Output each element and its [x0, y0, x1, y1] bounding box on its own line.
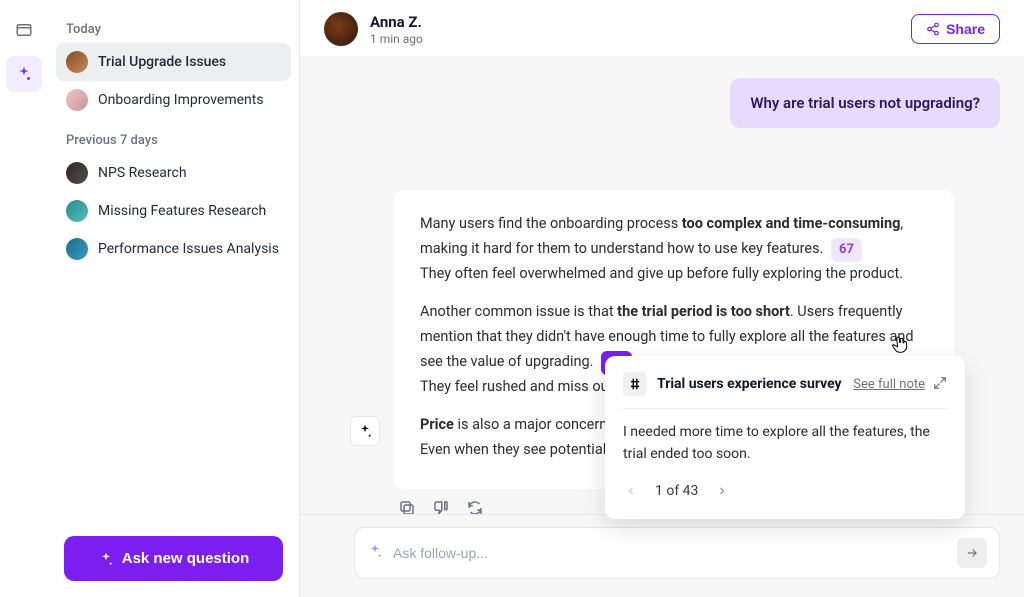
sidebar-item-performance[interactable]: Performance Issues Analysis [56, 230, 291, 268]
sidebar-item-trial-upgrade[interactable]: Trial Upgrade Issues [56, 43, 291, 81]
sparkle-icon[interactable] [6, 56, 42, 92]
popover-pager: 1 of 43 [623, 480, 947, 503]
sparkle-icon [367, 543, 383, 563]
sparkle-icon [357, 423, 373, 439]
ask-new-label: Ask new question [122, 550, 250, 567]
sidebar-item-label: Onboarding Improvements [98, 92, 264, 108]
answer-paragraph-1: Many users find the onboarding process t… [420, 212, 928, 286]
share-button[interactable]: Share [911, 14, 1000, 44]
sidebar-item-label: Missing Features Research [98, 203, 266, 219]
sidebar-section-prev: Previous 7 days [56, 125, 291, 154]
folder-icon[interactable] [6, 12, 42, 48]
timestamp: 1 min ago [370, 32, 423, 46]
author-name: Anna Z. [370, 13, 423, 31]
sidebar-item-label: NPS Research [98, 165, 187, 181]
avatar-icon [66, 238, 88, 260]
sidebar-section-today: Today [56, 14, 291, 43]
send-button[interactable] [957, 538, 987, 568]
avatar-icon [66, 89, 88, 111]
follow-up-input[interactable] [393, 545, 947, 561]
next-arrow-icon[interactable] [714, 480, 730, 503]
popover-title: Trial users experience survey [657, 376, 842, 392]
ai-badge-button[interactable] [350, 416, 380, 446]
share-icon [926, 22, 940, 36]
see-full-note-link[interactable]: See full note [853, 377, 925, 392]
avatar-icon [66, 162, 88, 184]
popover-body: I needed more time to explore all the fe… [623, 421, 947, 466]
expand-icon[interactable] [933, 375, 947, 394]
sparkle-icon [98, 551, 114, 567]
icon-rail [0, 0, 48, 597]
avatar-icon [66, 200, 88, 222]
header: Anna Z. 1 min ago Share [300, 0, 1024, 56]
user-question-bubble: Why are trial users not upgrading? [730, 78, 1000, 128]
prev-arrow-icon[interactable] [623, 480, 639, 503]
composer [354, 527, 1000, 579]
author-avatar [324, 12, 358, 46]
sidebar-item-label: Trial Upgrade Issues [98, 54, 226, 70]
conversation: Why are trial users not upgrading? Many … [300, 56, 1024, 597]
share-label: Share [946, 21, 985, 37]
avatar-icon [66, 51, 88, 73]
evidence-badge[interactable]: 67 [831, 238, 862, 262]
hashtag-icon [623, 372, 647, 396]
evidence-popover: Trial users experience survey See full n… [605, 356, 965, 519]
sidebar-item-label: Performance Issues Analysis [98, 241, 279, 257]
pager-text: 1 of 43 [655, 483, 698, 499]
main: Anna Z. 1 min ago Share Why are trial us… [300, 0, 1024, 597]
sidebar-item-nps[interactable]: NPS Research [56, 154, 291, 192]
ask-new-question-button[interactable]: Ask new question [64, 536, 283, 581]
sidebar: Today Trial Upgrade Issues Onboarding Im… [48, 0, 300, 597]
sidebar-item-onboarding[interactable]: Onboarding Improvements [56, 81, 291, 119]
sidebar-item-missing-features[interactable]: Missing Features Research [56, 192, 291, 230]
